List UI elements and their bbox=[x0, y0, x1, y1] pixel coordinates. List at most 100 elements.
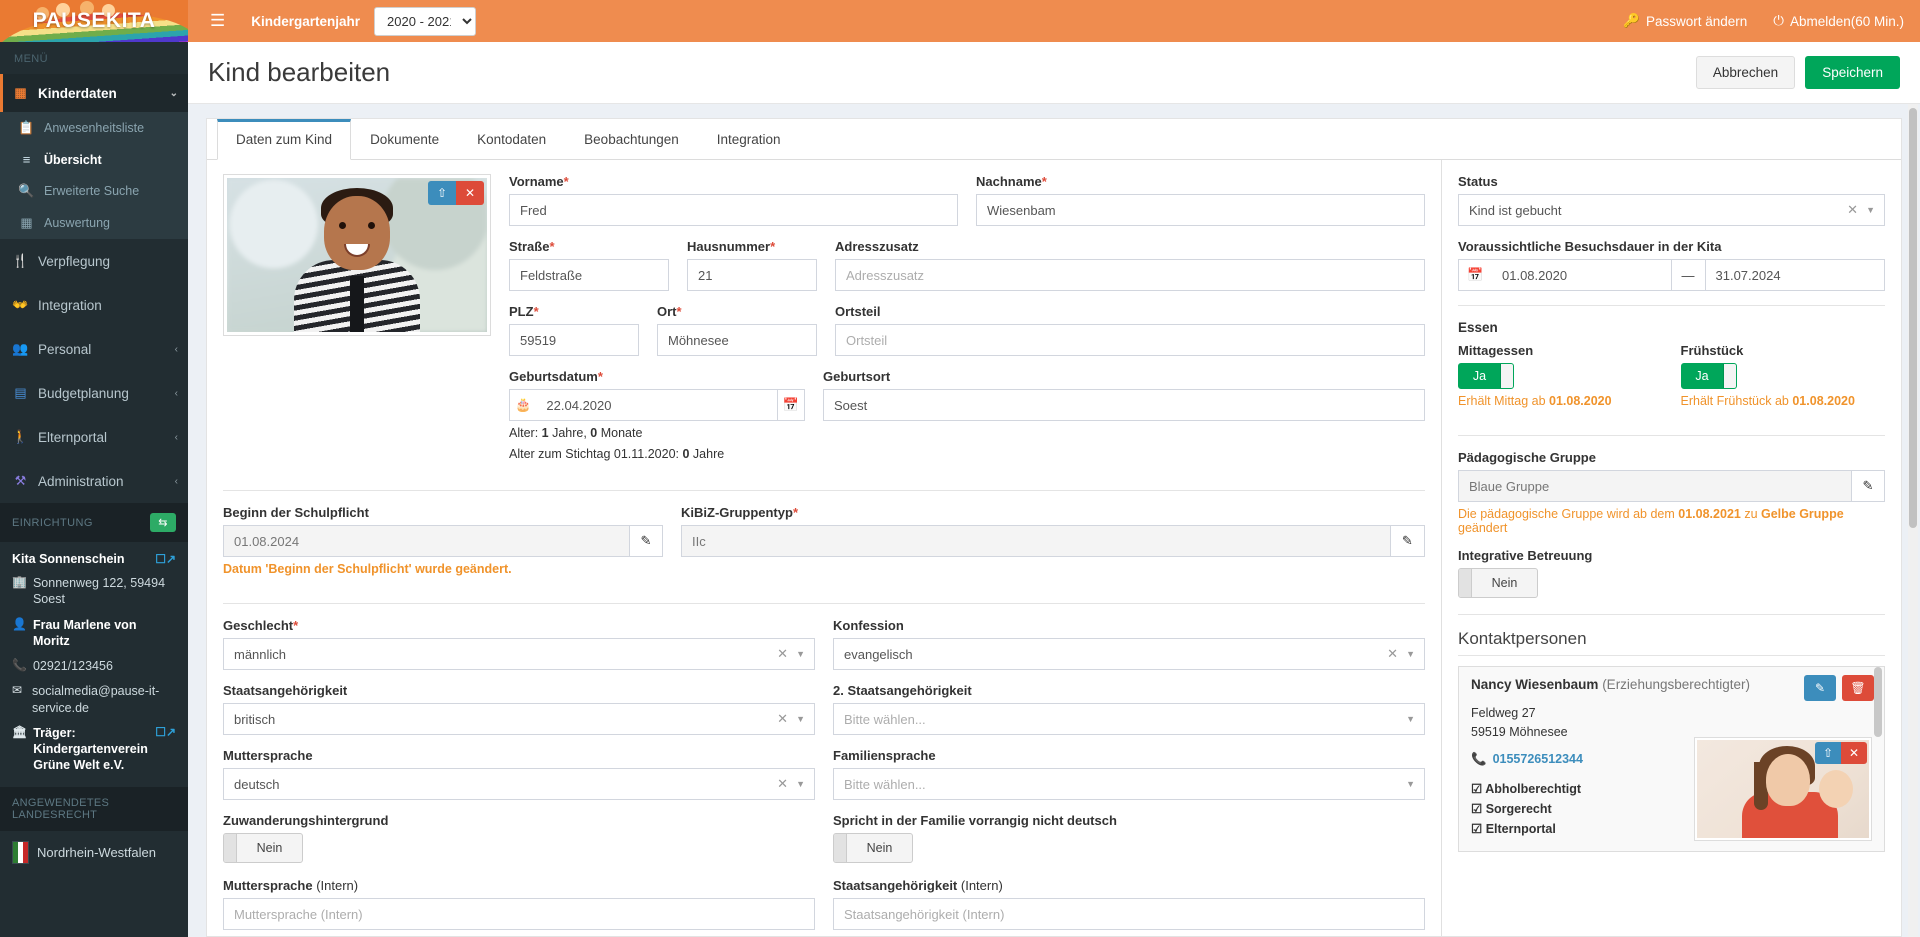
field-staatsangehoerigkeit-2: 2. Staatsangehörigkeit Bitte wählen... ▼ bbox=[833, 683, 1425, 735]
clear-icon[interactable]: ✕ bbox=[777, 711, 788, 727]
label-geburtsort: Geburtsort bbox=[823, 369, 1425, 384]
label-integrative-betreuung: Integrative Betreuung bbox=[1458, 548, 1885, 563]
schulpflicht-warning: Datum 'Beginn der Schulpflicht' wurde ge… bbox=[223, 562, 663, 576]
tab-beobachtungen[interactable]: Beobachtungen bbox=[565, 119, 698, 160]
calendar-icon[interactable]: 📅 bbox=[778, 389, 805, 421]
paed-note-group: Gelbe Gruppe bbox=[1761, 507, 1844, 521]
label-ort-text: Ort bbox=[657, 304, 677, 319]
toggle-zuwanderung[interactable]: Nein bbox=[223, 833, 303, 863]
input-geburtsdatum[interactable]: 22.04.2020 bbox=[536, 389, 777, 421]
einrichtung-address: Sonnenweg 122, 59494 Soest bbox=[33, 575, 176, 608]
close-icon[interactable]: ✕ bbox=[1841, 742, 1867, 764]
select-staatsangehoerigkeit[interactable]: britisch ✕ ▼ bbox=[223, 703, 815, 735]
input-vorname[interactable]: Fred bbox=[509, 194, 958, 226]
input-muttersprache-intern[interactable]: Muttersprache (Intern) bbox=[223, 898, 815, 930]
select-staatsangehoerigkeit-2[interactable]: Bitte wählen... ▼ bbox=[833, 703, 1425, 735]
logout-link[interactable]: ⏻ Abmelden(60 Min.) bbox=[1773, 13, 1904, 29]
pencil-icon[interactable]: ✎ bbox=[630, 525, 663, 557]
pencil-icon[interactable]: ✎ bbox=[1852, 470, 1885, 502]
clear-icon[interactable]: ✕ bbox=[777, 646, 788, 662]
sidebar-item-kinderdaten[interactable]: ▦ Kinderdaten ⌄ bbox=[0, 74, 188, 112]
clear-icon[interactable]: ✕ bbox=[1847, 202, 1858, 218]
upload-icon[interactable]: ⇧ bbox=[428, 181, 456, 205]
toggle-integrative-betreuung[interactable]: Nein bbox=[1458, 568, 1538, 598]
upload-icon[interactable]: ⇧ bbox=[1815, 742, 1841, 764]
landesrecht-value: Nordrhein-Westfalen bbox=[37, 845, 156, 860]
label-fruehstueck: Frühstück bbox=[1681, 343, 1886, 358]
sidebar-item-elternportal[interactable]: 🚶 Elternportal ‹ bbox=[0, 415, 188, 459]
field-familiensprache: Familiensprache Bitte wählen... ▼ bbox=[833, 748, 1425, 800]
tab-integration[interactable]: Integration bbox=[698, 119, 800, 160]
contact-scrollbar[interactable] bbox=[1874, 667, 1882, 851]
einrichtung-info: Kita Sonnenschein ☐↗ 🏢 Sonnenweg 122, 59… bbox=[0, 542, 188, 787]
clear-icon[interactable]: ✕ bbox=[1387, 646, 1398, 662]
input-besuchsdauer-bis[interactable]: 31.07.2024 bbox=[1706, 259, 1886, 291]
sidebar-item-integration[interactable]: 👐 Integration bbox=[0, 283, 188, 327]
input-staatsangehoerigkeit-intern[interactable]: Staatsangehörigkeit (Intern) bbox=[833, 898, 1425, 930]
tab-bar: Daten zum Kind Dokumente Kontodaten Beob… bbox=[207, 119, 1901, 160]
brand-logo[interactable]: PAUSEKITA bbox=[0, 0, 188, 42]
input-hausnummer[interactable]: 21 bbox=[687, 259, 817, 291]
field-mittagessen: Mittagessen Ja Erhält Mittag ab 01.08.20… bbox=[1458, 343, 1663, 408]
select-muttersprache[interactable]: deutsch ✕ ▼ bbox=[223, 768, 815, 800]
save-button[interactable]: Speichern bbox=[1805, 56, 1900, 89]
sidebar-subitem-label: Auswertung bbox=[44, 216, 110, 230]
input-schulpflicht: 01.08.2024 bbox=[223, 525, 630, 557]
select-status[interactable]: Kind ist gebucht ✕ ▼ bbox=[1458, 194, 1885, 226]
sidebar-item-label: Administration bbox=[38, 474, 124, 489]
sidebar-item-anwesenheitsliste[interactable]: 📋 Anwesenheitsliste bbox=[0, 112, 188, 144]
sidebar-item-erweiterte-suche[interactable]: 🔍 Erweiterte Suche bbox=[0, 175, 188, 207]
clear-icon[interactable]: ✕ bbox=[777, 776, 788, 792]
brand-name: PAUSEKITA bbox=[33, 9, 156, 33]
cancel-button[interactable]: Abbrechen bbox=[1696, 56, 1795, 89]
sidebar-item-verpflegung[interactable]: 🍴 Verpflegung bbox=[0, 239, 188, 283]
external-link-icon-traeger[interactable]: ☐↗ bbox=[155, 725, 176, 741]
page-scrollbar-thumb[interactable] bbox=[1909, 108, 1917, 528]
trash-icon[interactable]: 🗑 bbox=[1842, 675, 1874, 701]
einrichtung-email-row[interactable]: ✉ socialmedia@pause-it-service.de bbox=[12, 683, 176, 716]
chevron-down-icon: ▼ bbox=[796, 649, 805, 659]
sidebar-item-personal[interactable]: 👥 Personal ‹ bbox=[0, 327, 188, 371]
brand-name-part1: PAUSE bbox=[33, 9, 106, 32]
contact-scrollbar-thumb[interactable] bbox=[1874, 667, 1882, 737]
page-scrollbar[interactable] bbox=[1908, 104, 1918, 937]
input-geburtsort[interactable]: Soest bbox=[823, 389, 1425, 421]
toggle-mittagessen[interactable]: Ja bbox=[1458, 363, 1514, 389]
change-password-link[interactable]: 🔑 Passwort ändern bbox=[1623, 13, 1747, 29]
toggle-fruehstueck[interactable]: Ja bbox=[1681, 363, 1737, 389]
sidebar-item-budgetplanung[interactable]: ▤ Budgetplanung ‹ bbox=[0, 371, 188, 415]
tab-kontodaten[interactable]: Kontodaten bbox=[458, 119, 565, 160]
exchange-icon[interactable]: ⇆ bbox=[150, 513, 176, 532]
close-icon[interactable]: ✕ bbox=[456, 181, 484, 205]
sidebar-item-uebersicht[interactable]: ≡ Übersicht bbox=[0, 144, 188, 175]
field-ort: Ort* Möhnesee bbox=[657, 304, 817, 356]
external-link-icon[interactable]: ☐↗ bbox=[155, 552, 176, 566]
tab-dokumente[interactable]: Dokumente bbox=[351, 119, 458, 160]
field-besuchsdauer: Voraussichtliche Besuchsdauer in der Kit… bbox=[1458, 239, 1885, 291]
input-ortsteil[interactable]: Ortsteil bbox=[835, 324, 1425, 356]
input-strasse[interactable]: Feldstraße bbox=[509, 259, 669, 291]
power-icon: ⏻ bbox=[1773, 13, 1784, 29]
toggle-nicht-deutsch[interactable]: Nein bbox=[833, 833, 913, 863]
select-geschlecht[interactable]: männlich ✕ ▼ bbox=[223, 638, 815, 670]
input-nachname[interactable]: Wiesenbam bbox=[976, 194, 1425, 226]
input-plz[interactable]: 59519 bbox=[509, 324, 639, 356]
select-konfession[interactable]: evangelisch ✕ ▼ bbox=[833, 638, 1425, 670]
pencil-icon[interactable]: ✎ bbox=[1391, 525, 1425, 557]
input-adresszusatz[interactable]: Adresszusatz bbox=[835, 259, 1425, 291]
sidebar-item-administration[interactable]: ⚒ Administration ‹ bbox=[0, 459, 188, 503]
calendar-icon[interactable]: 📅 bbox=[1458, 259, 1492, 291]
contact-relation: (Erziehungsberechtigter) bbox=[1602, 677, 1750, 692]
sidebar-item-auswertung[interactable]: ▦ Auswertung bbox=[0, 207, 188, 239]
field-geburtsdatum: Geburtsdatum* 🎂 22.04.2020 📅 Alter: 1 Ja… bbox=[509, 369, 805, 463]
edit-icon[interactable]: ✎ bbox=[1804, 675, 1836, 701]
input-ort[interactable]: Möhnesee bbox=[657, 324, 817, 356]
photo-eye-right bbox=[368, 222, 375, 229]
label-kibiz: KiBiZ-Gruppentyp* bbox=[681, 505, 1425, 520]
field-staatsangehoerigkeit-intern: Staatsangehörigkeit (Intern) Staatsangeh… bbox=[833, 878, 1425, 930]
input-besuchsdauer-von[interactable]: 01.08.2020 bbox=[1492, 259, 1672, 291]
hamburger-icon[interactable]: ☰ bbox=[204, 11, 231, 31]
kindergartenjahr-select[interactable]: 2020 - 2021 2021 - 2022 2019 - 2020 bbox=[374, 7, 476, 36]
tab-daten-zum-kind[interactable]: Daten zum Kind bbox=[217, 119, 351, 160]
select-familiensprache[interactable]: Bitte wählen... ▼ bbox=[833, 768, 1425, 800]
